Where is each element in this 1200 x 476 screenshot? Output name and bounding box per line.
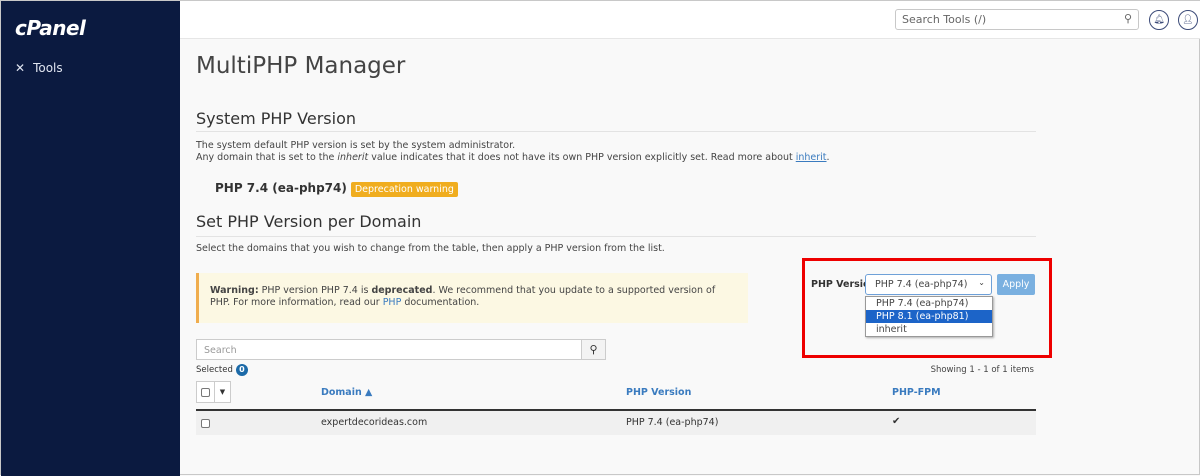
row-checkbox[interactable] [201,419,210,428]
bell-icon[interactable]: 🔔︎ [1149,10,1169,30]
sidebar-item-tools[interactable]: ✕ Tools [15,61,63,75]
system-php-version: PHP 7.4 (ea-php74) Deprecation warning [215,181,458,197]
check-icon: ✔ [892,416,901,427]
select-all-checkbox[interactable] [201,387,210,397]
select-all-dropdown[interactable]: ▼ [196,381,231,403]
search-icon: ⚲ [1123,12,1132,25]
sidebar-item-label: Tools [33,61,63,75]
option-inherit[interactable]: inherit [866,323,992,336]
column-php-fpm[interactable]: PHP-FPM [892,387,941,398]
sidebar: cPanel ✕ Tools [1,1,180,476]
chevron-down-icon: ⌄ [978,278,985,287]
cpanel-logo[interactable]: cPanel [15,16,86,40]
domain-search-input[interactable]: Search [196,339,582,360]
desc-line2: Any domain that is set to the inherit va… [196,152,830,163]
search-button[interactable]: ⚲ [581,339,606,360]
option-php74[interactable]: PHP 7.4 (ea-php74) [866,297,992,310]
selected-count: Selected 0 [196,364,248,376]
table-row: expertdecorideas.com PHP 7.4 (ea-php74) … [196,409,1036,435]
system-php-heading: System PHP Version [196,109,356,128]
domain-cell: expertdecorideas.com [321,417,428,428]
deprecation-warning-alert: Warning: PHP version PHP 7.4 is deprecat… [196,273,748,323]
set-version-heading: Set PHP Version per Domain [196,212,422,231]
php-version-select[interactable]: PHP 7.4 (ea-php74) ⌄ [865,274,992,295]
tools-icon: ✕ [15,61,26,75]
divider [196,131,1036,132]
search-icon: ⚲ [589,343,598,356]
section-intro: Select the domains that you wish to chan… [196,243,665,254]
apply-button[interactable]: Apply [997,274,1035,295]
php-version-cell: PHP 7.4 (ea-php74) [626,417,719,428]
showing-count: Showing 1 - 1 of 1 items [930,365,1034,375]
desc-line1: The system default PHP version is set by… [196,140,516,151]
search-tools-input[interactable]: Search Tools (/) ⚲ [895,9,1139,30]
search-placeholder: Search Tools (/) [902,13,987,26]
user-icon[interactable]: 👤︎ [1178,10,1198,30]
divider [196,236,1036,237]
caret-down-icon[interactable]: ▼ [215,382,230,402]
column-php-version[interactable]: PHP Version [626,387,691,398]
deprecation-badge: Deprecation warning [350,182,458,197]
inherit-link[interactable]: inherit [796,152,827,163]
php-version-options: PHP 7.4 (ea-php74) PHP 8.1 (ea-php81) in… [865,296,993,337]
php-docs-link[interactable]: PHP [383,297,402,308]
option-php81[interactable]: PHP 8.1 (ea-php81) [866,310,992,323]
selected-badge: 0 [235,364,248,376]
page-title: MultiPHP Manager [196,53,406,79]
column-domain[interactable]: Domain ▲ [321,387,372,398]
system-description: The system default PHP version is set by… [196,140,830,164]
